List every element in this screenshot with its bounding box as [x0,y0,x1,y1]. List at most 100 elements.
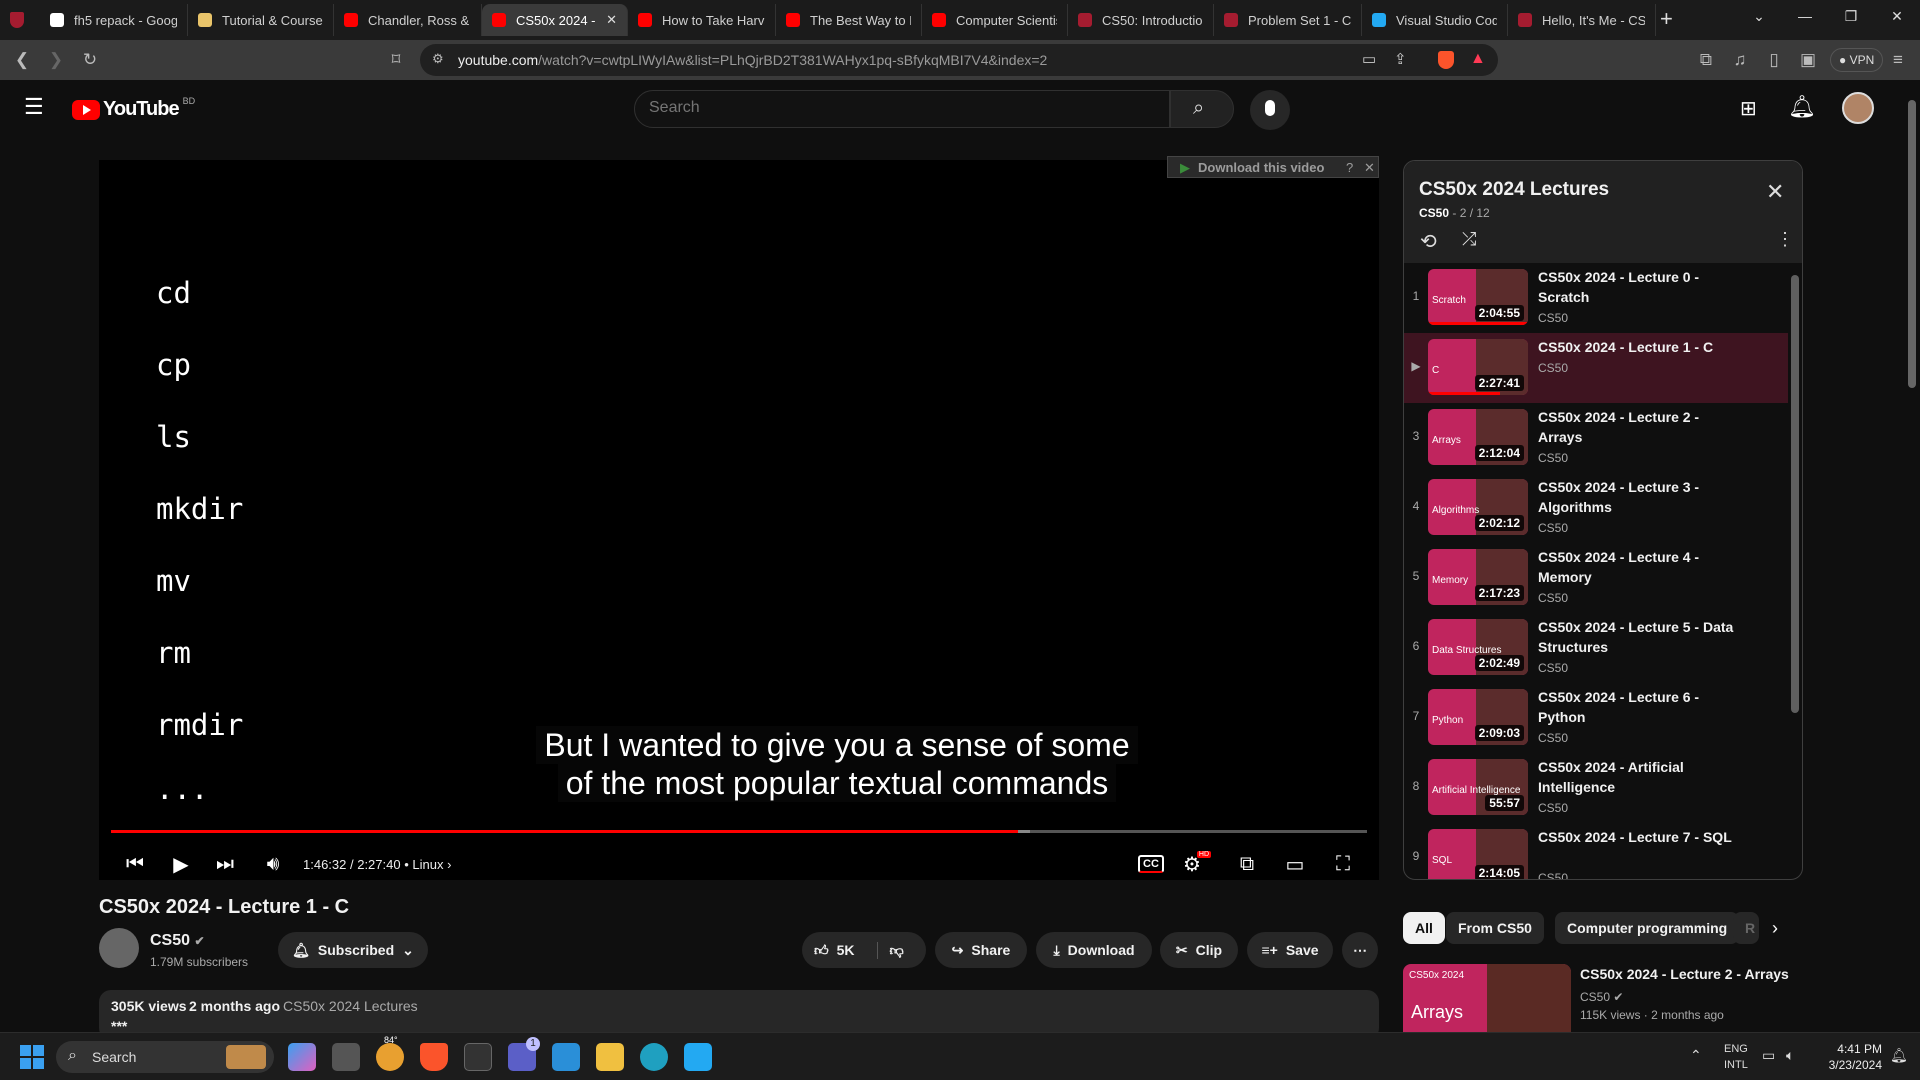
playlist-item-title[interactable]: CS50x 2024 - Lecture 5 - Data Structures [1538,617,1738,657]
page-scrollbar[interactable] [1908,100,1916,388]
save-button[interactable]: ≡+ Save [1247,932,1333,968]
media-icon[interactable]: ♫ [1728,50,1752,70]
playlist-item-title[interactable]: CS50x 2024 - Lecture 7 - SQL [1538,827,1738,847]
file-explorer-icon[interactable] [596,1043,624,1071]
playlist-item-title[interactable]: CS50x 2024 - Artificial Intelligence [1538,757,1738,797]
more-actions-button[interactable]: ⋯ [1342,932,1378,968]
playlist-more-icon[interactable]: ⋮ [1776,229,1794,250]
playlist-item-thumbnail[interactable]: Python 2:09:03 [1428,689,1528,745]
tab-search-icon[interactable]: ⌄ [1744,8,1774,25]
microsoft-store-icon[interactable] [552,1043,580,1071]
harvard-shield-icon[interactable] [10,12,24,28]
recommended-video-thumbnail[interactable]: CS50x 2024 Arrays [1403,964,1571,1032]
download-overlay-help-icon[interactable]: ? [1346,160,1353,175]
playlist-item-thumbnail[interactable]: Memory 2:17:23 [1428,549,1528,605]
chapter-title[interactable]: Linux [412,857,443,872]
loop-playlist-icon[interactable]: ⟲ [1420,229,1437,254]
search-box[interactable] [634,90,1170,128]
volume-icon[interactable]: 🔊︎ [257,848,289,880]
reload-icon[interactable]: ↻ [78,50,102,70]
address-bar[interactable]: ⚙ youtube.com/watch?v=cwtpLIWyIAw&list=P… [420,44,1498,76]
close-window-button[interactable]: ✕ [1882,8,1912,25]
playlist-channel[interactable]: CS50 [1419,206,1449,220]
playlist-item-thumbnail[interactable]: Algorithms 2:02:12 [1428,479,1528,535]
playlist-item[interactable]: 3 Arrays 2:12:04 CS50x 2024 - Lecture 2 - A… [1404,403,1788,473]
cast-icon[interactable]: ▭ [1362,50,1376,68]
chips-next-icon[interactable]: › [1772,918,1778,939]
playlist-title[interactable]: CS50x 2024 Lectures [1419,179,1609,201]
channel-name-text[interactable]: CS50 [150,932,190,949]
network-icon[interactable]: ▭ [1762,1047,1775,1064]
notification-bell-icon[interactable]: 🔔︎ [1890,1047,1908,1064]
filter-chip[interactable]: From CS50 [1446,912,1544,944]
miniplayer-icon[interactable]: ⧉ [1231,848,1263,880]
previous-video-icon[interactable]: ⏮ [119,848,151,880]
filter-chip[interactable]: Computer programming [1555,912,1740,944]
task-view-icon[interactable] [332,1043,360,1071]
recommended-video-title[interactable]: CS50x 2024 - Lecture 2 - Arrays [1580,966,1789,982]
playlist-item-thumbnail[interactable]: C 2:27:41 [1428,339,1528,395]
playlist-item-title[interactable]: CS50x 2024 - Lecture 4 - Memory [1538,547,1738,587]
taskbar-search[interactable]: ⌕ Search [56,1041,274,1073]
playlist-item[interactable]: 7 Python 2:09:03 CS50x 2024 - Lecture 6 - P… [1404,683,1788,753]
playlist-item-title[interactable]: CS50x 2024 - Lecture 1 - C [1538,337,1738,357]
playlist-link[interactable]: CS50x 2024 Lectures [283,998,418,1014]
share-page-icon[interactable]: ⇪ [1394,50,1407,68]
copilot-icon[interactable] [288,1043,316,1071]
tab-10[interactable]: Visual Studio Code [1362,4,1508,36]
tab-2[interactable]: Tutorial & Courses [188,4,334,36]
speaker-icon[interactable]: 🔈︎ [1786,1047,1794,1064]
new-tab-button[interactable]: + [1660,6,1673,32]
youtube-logo[interactable]: YouTube BD [72,96,195,121]
tab-4[interactable]: CS50x 2024 - L ✕ [482,4,628,36]
download-overlay[interactable]: ▶ Download this video ? ✕ [1167,156,1379,178]
download-overlay-label[interactable]: Download this video [1198,160,1324,175]
playlist-item-thumbnail[interactable]: Artificial Intelligence 55:57 [1428,759,1528,815]
subscribed-button[interactable]: 🔔︎ Subscribed ⌄ [278,932,428,968]
system-clock[interactable]: 4:41 PM 3/23/2024 [1822,1041,1882,1073]
playlist-item-thumbnail[interactable]: Scratch 2:04:55 [1428,269,1528,325]
playlist-item[interactable]: 1 Scratch 2:04:55 CS50x 2024 - Lecture 0 - … [1404,263,1788,333]
playlist-item-title[interactable]: CS50x 2024 - Lecture 6 - Python [1538,687,1738,727]
tab-11[interactable]: Hello, It's Me - CS5 [1508,4,1656,36]
playlist-item-thumbnail[interactable]: Data Structures 2:02:49 [1428,619,1528,675]
playlist-scrollbar[interactable] [1791,275,1799,713]
extensions-icon[interactable]: ⧉ [1694,50,1718,70]
recommended-channel[interactable]: CS50 ✔ [1580,990,1623,1004]
playlist-item-thumbnail[interactable]: SQL 2:14:05 [1428,829,1528,879]
language-indicator[interactable]: ENG INTL [1724,1041,1748,1073]
channel-avatar[interactable] [99,928,139,968]
menu-icon[interactable]: ≡ [1886,50,1910,70]
playlist-item[interactable]: 5 Memory 2:17:23 CS50x 2024 - Lecture 4 - M… [1404,543,1788,613]
voice-search-button[interactable] [1250,90,1290,130]
back-icon[interactable]: ❮ [10,50,34,70]
close-playlist-icon[interactable]: ✕ [1766,179,1784,205]
brave-rewards-icon[interactable]: ▲ [1470,50,1486,68]
fullscreen-icon[interactable]: ⛶ [1327,848,1359,880]
progress-bar[interactable] [111,830,1367,833]
tab-3[interactable]: Chandler, Ross & Jo [334,4,482,36]
hamburger-menu-icon[interactable]: ☰ [24,94,44,120]
playlist-item[interactable]: 6 Data Structures 2:02:49 CS50x 2024 - Lect… [1404,613,1788,683]
wallet-icon[interactable]: ▣ [1796,50,1820,70]
notifications-bell-icon[interactable]: 🔔︎ [1788,94,1816,120]
sidebar-icon[interactable]: ▯ [1762,50,1786,70]
share-button[interactable]: ↪ Share [935,932,1027,968]
playlist-item[interactable]: ▶ C 2:27:41 CS50x 2024 - Lecture 1 - C CS50 [1404,333,1788,403]
minimize-button[interactable]: — [1790,8,1820,24]
filter-chip[interactable]: All [1403,912,1445,944]
playlist-item[interactable]: 9 SQL 2:14:05 CS50x 2024 - Lecture 7 - SQL C… [1404,823,1788,879]
account-avatar[interactable] [1842,92,1874,124]
brave-shields-icon[interactable] [1438,51,1454,69]
search-input[interactable] [649,99,1149,117]
url-text[interactable]: youtube.com/watch?v=cwtpLIWyIAw&list=PLh… [458,52,1047,68]
dislike-button[interactable]: 👎︎ [876,941,904,959]
tab-5[interactable]: How to Take Harvar [628,4,776,36]
download-overlay-close-icon[interactable]: ✕ [1364,160,1375,176]
next-video-icon[interactable]: ⏭ [209,848,241,880]
tab-1[interactable]: fh5 repack - Googl [40,4,188,36]
settings-gear-icon[interactable]: ⚙ HD [1183,848,1215,880]
forward-icon[interactable]: ❯ [44,50,68,70]
restore-button[interactable]: ❐ [1836,8,1866,25]
video-player[interactable]: cd cp ls mkdir mv rm rmdir... But I wanted to … [99,156,1379,880]
